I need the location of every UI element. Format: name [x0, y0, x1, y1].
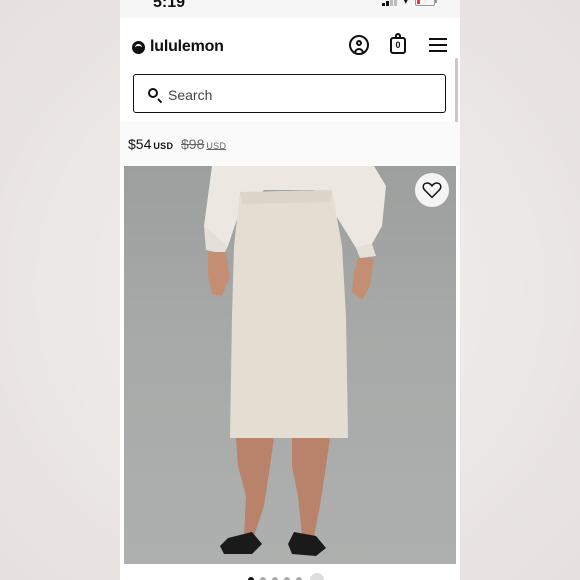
- status-icons: ▾: [382, 0, 437, 7]
- brand-logo[interactable]: lululemon: [132, 38, 224, 56]
- signal-icon: [382, 0, 397, 6]
- site-header: lululemon 0: [120, 18, 460, 130]
- battery-icon: [414, 0, 437, 6]
- wifi-icon: ▾: [403, 0, 409, 7]
- original-price: $98 USD: [181, 136, 227, 152]
- menu-icon[interactable]: [429, 38, 447, 52]
- account-icon[interactable]: [349, 35, 369, 55]
- heart-icon: [422, 182, 442, 199]
- bag-count-badge: 0: [395, 40, 401, 50]
- lululemon-logo-icon: [132, 40, 145, 54]
- video-slide-icon[interactable]: [310, 573, 324, 580]
- product-image[interactable]: [124, 166, 456, 564]
- sale-price: $54 USD: [128, 136, 174, 152]
- product-photo-illustration: [204, 166, 386, 556]
- wishlist-button[interactable]: [415, 173, 449, 207]
- status-bar: 5:19 ▾: [120, 0, 460, 18]
- search-input[interactable]: [166, 83, 430, 107]
- shopping-bag-icon[interactable]: 0: [390, 33, 406, 54]
- search-bar[interactable]: [133, 74, 446, 113]
- scrollbar[interactable]: [455, 58, 458, 130]
- search-icon: [148, 88, 158, 98]
- phone-screen: 5:19 ▾ lululemon 0 $54USD $98USD: [120, 0, 460, 580]
- brand-name: lululemon: [150, 38, 224, 55]
- price-row: $54 USD $98 USD: [120, 122, 460, 166]
- status-time: 5:19: [153, 0, 186, 11]
- carousel-indicator: [248, 573, 324, 580]
